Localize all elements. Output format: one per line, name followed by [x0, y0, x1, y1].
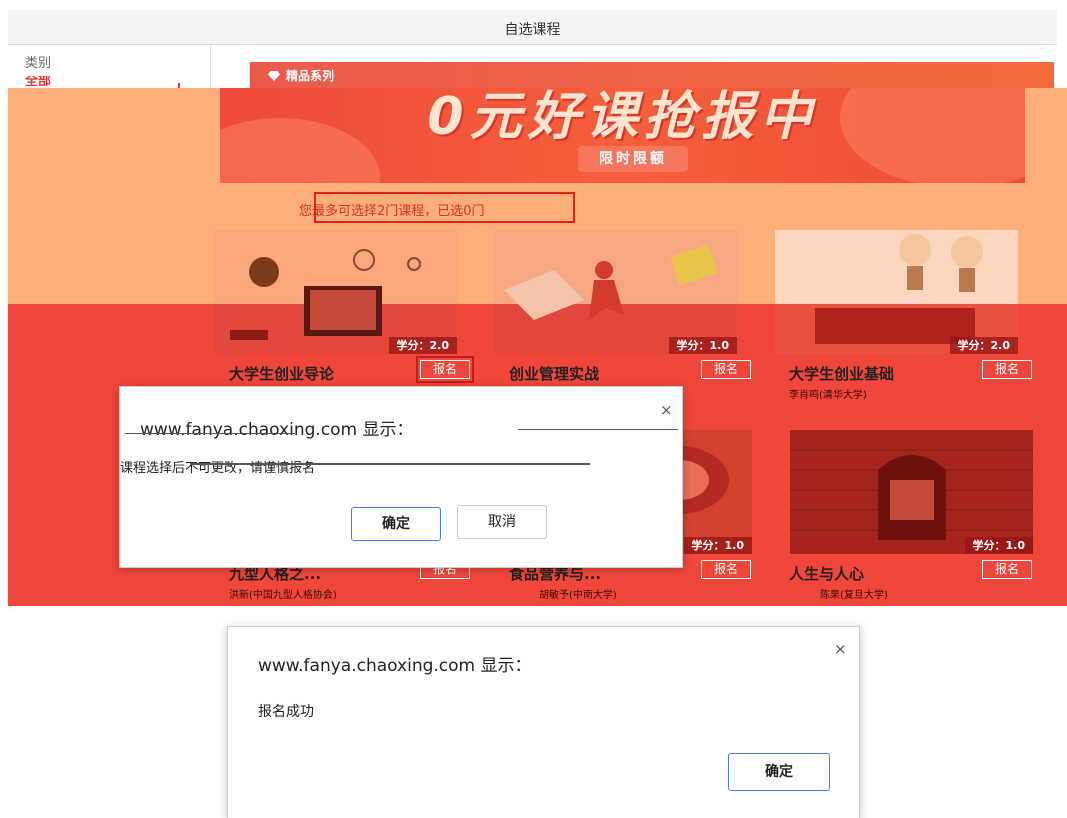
confirm-dialog: www.fanya.chaoxing.com 显示： × 课程选择后不可更改，请…	[119, 386, 683, 568]
enroll-button[interactable]: 报名	[416, 356, 474, 383]
confirm-cancel-button[interactable]: 取消	[457, 505, 547, 539]
close-icon[interactable]: ×	[834, 640, 847, 658]
page-title: 自选课程	[504, 22, 561, 38]
credit-badge: 学分：1.0	[964, 537, 1033, 554]
dialog-origin: www.fanya.chaoxing.com 显示：	[140, 420, 414, 440]
runner-creativity	[494, 230, 737, 354]
course-name[interactable]: 大学生创业基础	[789, 363, 894, 384]
course-name[interactable]: 人生与人心	[789, 563, 864, 584]
success-ok-button[interactable]: 确定	[728, 753, 830, 791]
brick-doorway	[790, 430, 1033, 554]
enroll-button[interactable]: 报名	[701, 360, 751, 379]
banner-subline: 限时限额	[578, 146, 688, 172]
series-label: 精品系列	[268, 67, 334, 84]
course-teacher: 洪新(中国九型人格协会)	[229, 590, 337, 601]
page-header: 自选课程	[8, 10, 1057, 45]
screenshot-stage: 自选课程 类别 全部 精品系列 0元好课抢报中 限时限额 您最多可选择2门课程，…	[0, 0, 1067, 818]
gem-icon	[268, 71, 280, 81]
category-sidebar: 类别 全部	[8, 45, 211, 93]
lightbulbs-business	[775, 230, 1018, 354]
dialog-message: 课程选择后不可更改，请谨慎报名	[120, 461, 316, 476]
category-item-all[interactable]: 全部	[25, 76, 51, 86]
enroll-button[interactable]: 报名	[982, 360, 1032, 379]
credit-badge: 学分：1.0	[683, 537, 752, 554]
course-name[interactable]: 创业管理实战	[509, 363, 599, 384]
enroll-button[interactable]: 报名	[701, 560, 751, 579]
business-idea-illustration	[214, 230, 457, 354]
notice-highlight-box	[314, 192, 575, 223]
category-label: 类别	[25, 56, 52, 71]
course-name[interactable]: 大学生创业导论	[229, 363, 334, 384]
course-teacher: 陈果(复旦大学)	[820, 590, 888, 601]
close-icon[interactable]: ×	[660, 401, 673, 419]
course-image[interactable]: 学分：1.0	[494, 230, 737, 354]
course-image[interactable]: 学分：2.0	[214, 230, 457, 354]
banner-headline: 0元好课抢报中	[427, 88, 818, 147]
credit-badge: 学分：2.0	[949, 337, 1018, 354]
confirm-ok-button[interactable]: 确定	[351, 507, 441, 541]
promo-banner[interactable]: 0元好课抢报中 限时限额	[220, 88, 1025, 183]
course-image[interactable]: 学分：2.0	[775, 230, 1018, 354]
credit-badge: 学分：1.0	[668, 337, 737, 354]
course-teacher: 李肖鸣(清华大学)	[789, 390, 867, 401]
series-strip: 精品系列	[250, 62, 1054, 88]
enroll-button[interactable]: 报名	[982, 560, 1032, 579]
dialog-message: 报名成功	[258, 704, 314, 720]
credit-badge: 学分：2.0	[388, 337, 457, 354]
course-teacher: 胡敏予(中南大学)	[539, 590, 617, 601]
course-image[interactable]: 学分：1.0	[790, 430, 1033, 554]
success-dialog: www.fanya.chaoxing.com 显示： × 报名成功 确定	[227, 626, 860, 818]
dialog-origin: www.fanya.chaoxing.com 显示：	[258, 656, 532, 676]
